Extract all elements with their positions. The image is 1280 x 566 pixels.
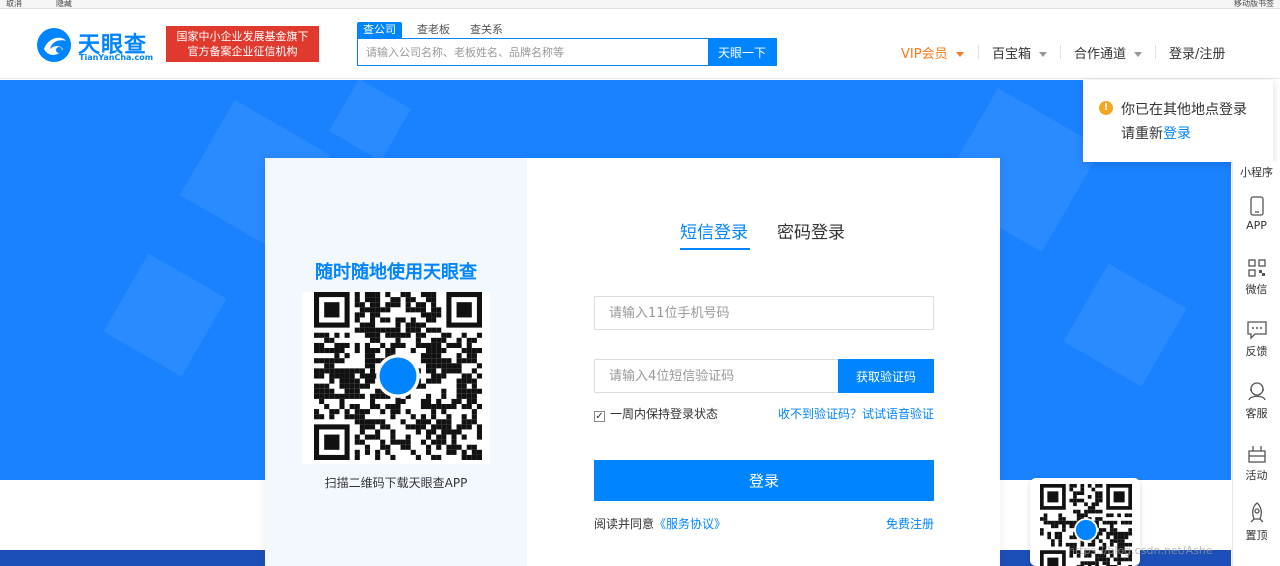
qr-title: 随时随地使用天眼查: [315, 262, 477, 283]
search-button[interactable]: 天眼一下: [708, 39, 776, 65]
qr-caption: 扫描二维码下载天眼查APP: [324, 476, 468, 490]
search-tab-boss[interactable]: 查老板: [417, 22, 450, 38]
decor-cube: [329, 80, 411, 161]
sms-code-field: [594, 359, 839, 393]
active-tab-indicator: [680, 248, 750, 250]
login-button[interactable]: 登录: [594, 460, 934, 501]
rail-label: 置顶: [1245, 529, 1268, 542]
nav-login-register[interactable]: 登录/注册: [1169, 43, 1225, 62]
nav-divider: [1060, 45, 1061, 59]
relogin-notice: ! 你已在其他地点登录 请重新登录: [1083, 80, 1273, 162]
tab-sms-login[interactable]: 短信登录: [680, 218, 748, 243]
headset-icon: [1247, 382, 1266, 401]
qrcode-image-icon: [314, 292, 482, 460]
watermark: https://blog.csdn.net/Ashe: [1068, 544, 1213, 557]
nav-vip-label: VIP会员: [901, 47, 948, 62]
slogan-line: 国家中小企业发展基金旗下: [176, 30, 309, 43]
slogan-badge: 国家中小企业发展基金旗下 官方备案企业征信机构: [166, 26, 319, 62]
rail-label: 微信: [1245, 283, 1268, 296]
rail-customer-service[interactable]: 客服: [1233, 380, 1280, 421]
tianyancha-logo-icon: [37, 28, 71, 62]
remember-label: 一周内保持登录状态: [610, 407, 719, 421]
voice-verify-link[interactable]: 收不到验证码？试试语音验证: [778, 405, 934, 422]
slogan-line: 官方备案企业征信机构: [187, 45, 298, 58]
qrcode-icon: [1247, 259, 1266, 277]
chevron-down-icon: [1039, 52, 1048, 57]
mobile-bookmarks[interactable]: 移动版书签: [1234, 0, 1274, 8]
remember-checkbox[interactable]: ✓: [594, 411, 605, 422]
login-card: 随时随地使用天眼查 扫描二维码下载天眼查APP 短信登录 密码登录 获取验证码 …: [265, 158, 1000, 566]
chevron-down-icon: [1134, 52, 1143, 57]
decor-cube: [1063, 263, 1187, 387]
phone-field: [594, 296, 934, 330]
agreement-prefix: 阅读并同意: [594, 517, 655, 531]
tab-password-login[interactable]: 密码登录: [777, 218, 845, 243]
app-download-panel: 随时随地使用天眼查 扫描二维码下载天眼查APP: [265, 158, 527, 566]
service-agreement-link[interactable]: 《服务协议》: [654, 517, 726, 531]
rail-label: APP: [1246, 219, 1267, 232]
agreement: 阅读并同意《服务协议》: [594, 515, 726, 532]
logo-domain: TianYanCha.com: [79, 53, 154, 62]
search-tab-relation[interactable]: 查关系: [470, 22, 503, 38]
nav-hezuo-label: 合作通道: [1074, 47, 1127, 62]
remember-me[interactable]: ✓ 一周内保持登录状态: [594, 405, 718, 422]
nav-vip[interactable]: VIP会员: [901, 43, 964, 62]
sms-code-input[interactable]: [595, 360, 838, 392]
rocket-icon: [1250, 502, 1263, 523]
rail-mini-program[interactable]: 小程序: [1233, 164, 1280, 180]
rail-wechat[interactable]: 微信: [1233, 258, 1280, 297]
search-input[interactable]: [358, 39, 708, 65]
chat-icon: [1246, 321, 1267, 340]
phone-icon: [1249, 196, 1264, 216]
logo[interactable]: 天眼查 TianYanCha.com: [36, 25, 156, 65]
rail-label: 反馈: [1245, 345, 1268, 358]
nav-baibao-label: 百宝箱: [992, 47, 1032, 62]
rail-label: 客服: [1245, 407, 1268, 420]
bookmark-item[interactable]: 取消: [6, 0, 22, 8]
get-code-button[interactable]: 获取验证码: [838, 359, 934, 393]
chevron-down-icon: [955, 52, 964, 57]
register-link[interactable]: 免费注册: [886, 515, 934, 532]
gift-icon: [1247, 446, 1266, 463]
nav-divider: [978, 45, 979, 59]
search-tab-company[interactable]: 查公司: [357, 22, 402, 38]
nav-baibao[interactable]: 百宝箱: [992, 43, 1048, 62]
bookmark-bar: 取消 隐藏 移动版书签: [0, 0, 1280, 9]
notice-prefix: 请重新: [1121, 126, 1163, 142]
qr-code: [302, 292, 490, 464]
bookmark-item[interactable]: 隐藏: [56, 0, 72, 8]
notice-action: 请重新登录: [1121, 123, 1191, 143]
phone-input[interactable]: [595, 297, 933, 329]
nav-hezuo[interactable]: 合作通道: [1074, 43, 1143, 62]
rail-label: 小程序: [1240, 166, 1273, 179]
rail-app[interactable]: APP: [1233, 196, 1280, 232]
rail-feedback[interactable]: 反馈: [1233, 320, 1280, 359]
nav-divider: [1155, 45, 1156, 59]
rail-label: 活动: [1245, 469, 1268, 482]
decor-cube: [103, 253, 227, 377]
warning-icon: !: [1099, 101, 1113, 115]
notice-message: 你已在其他地点登录: [1121, 102, 1247, 118]
rail-activity[interactable]: 活动: [1233, 442, 1280, 483]
rail-back-to-top[interactable]: 置顶: [1233, 502, 1280, 543]
search-box: 天眼一下: [357, 38, 777, 66]
right-toolbar: 小程序 APP 微信 反馈 客服 活动 置顶: [1232, 162, 1280, 566]
relogin-link[interactable]: 登录: [1163, 126, 1191, 142]
site-header: 天眼查 TianYanCha.com 国家中小企业发展基金旗下 官方备案企业征信…: [0, 9, 1280, 79]
